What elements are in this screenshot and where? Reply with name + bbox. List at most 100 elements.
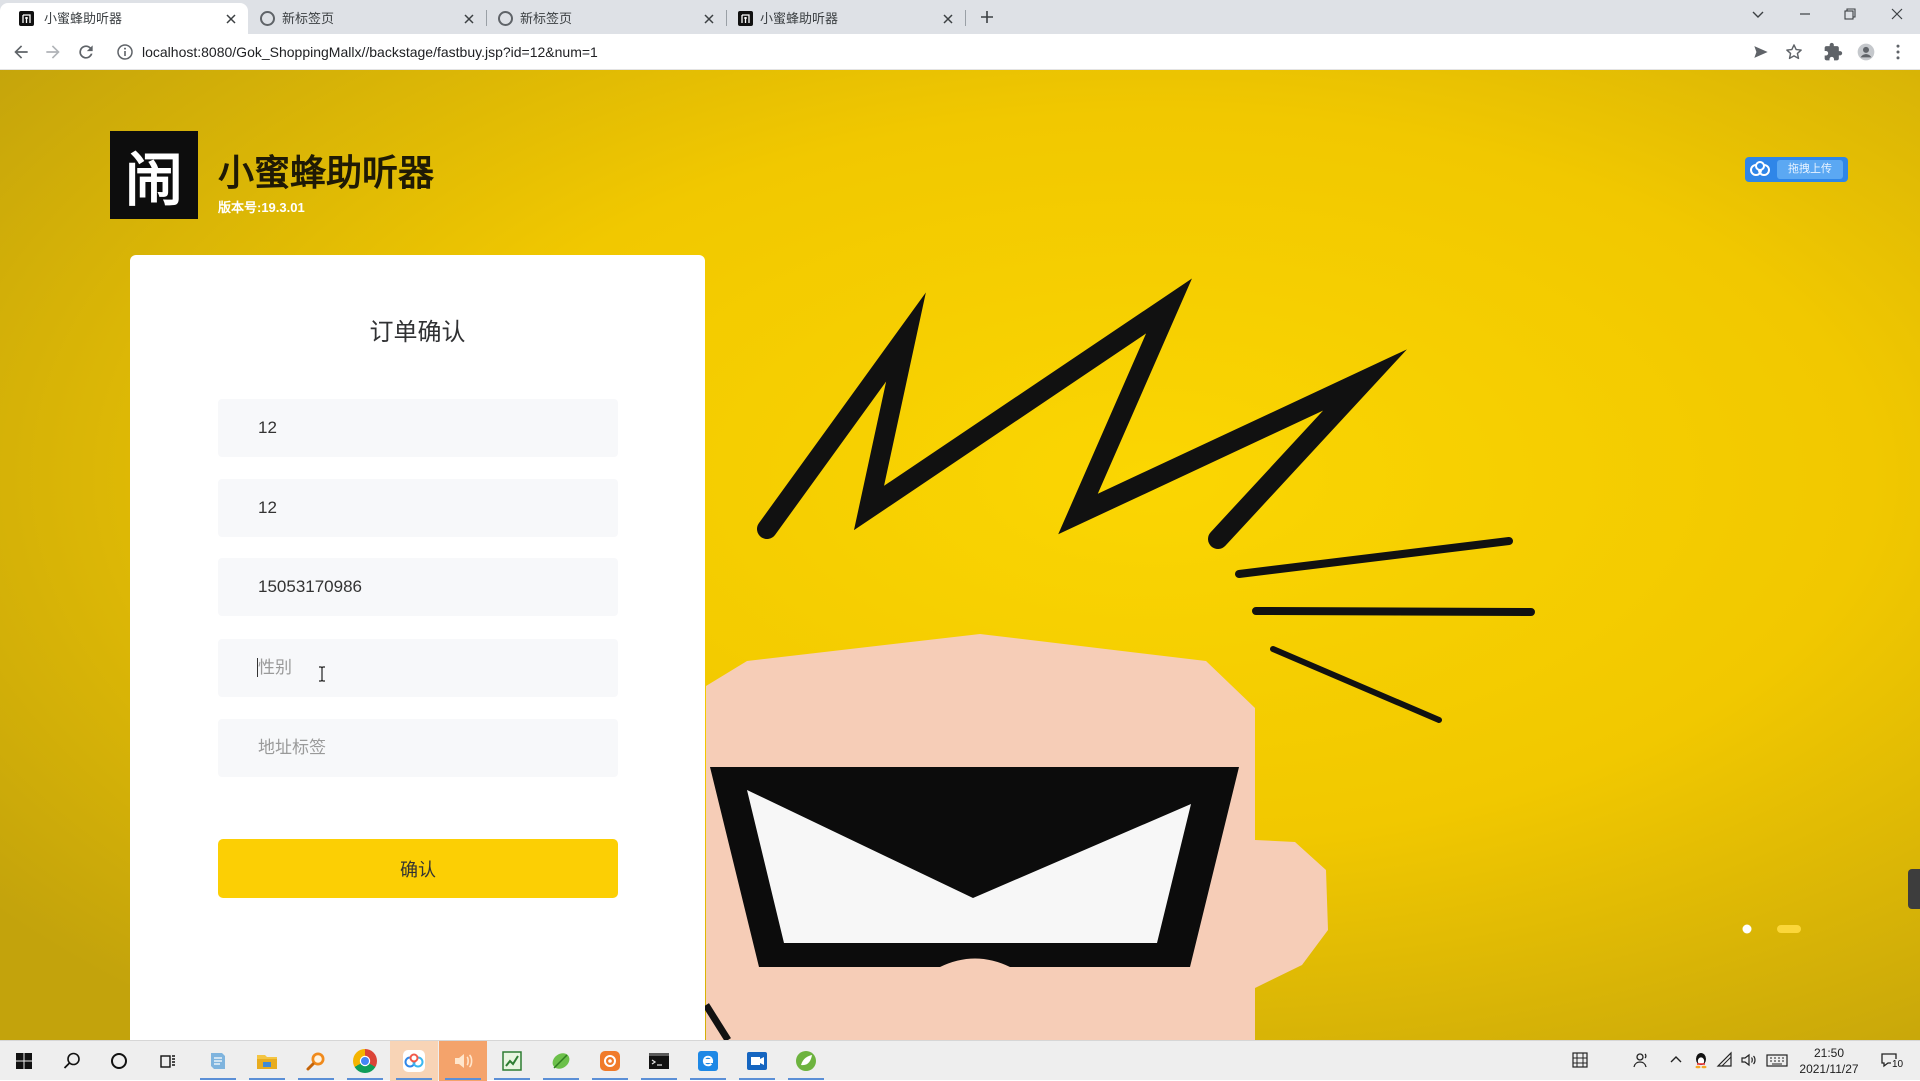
site-logo-icon	[19, 11, 34, 26]
site-info-icon[interactable]	[116, 43, 134, 61]
file-explorer-icon	[255, 1049, 279, 1073]
carousel-dot	[1742, 924, 1752, 934]
tab-close-icon[interactable]	[462, 12, 476, 26]
browser-toolbar: localhost:8080/Gok_ShoppingMallx//backst…	[0, 34, 1920, 70]
product-id-field[interactable]	[218, 399, 618, 457]
new-tab-plus-icon[interactable]	[978, 8, 996, 26]
extensions-icon[interactable]	[1823, 42, 1843, 62]
profile-icon[interactable]	[1856, 42, 1876, 62]
text-caret	[257, 658, 258, 677]
taskbar-app-terminal[interactable]	[635, 1041, 683, 1081]
site-title: 小蜜蜂助听器	[218, 152, 435, 193]
taskbar-app-baidu-netdisk[interactable]	[390, 1041, 438, 1081]
taskbar-app-meeting[interactable]	[733, 1041, 781, 1081]
keyboard-icon[interactable]	[1766, 1051, 1788, 1069]
internet-explorer-icon	[696, 1049, 720, 1073]
ime-icon[interactable]	[1571, 1051, 1589, 1069]
confirm-button[interactable]: 确认	[218, 839, 618, 898]
tab-new-tab-2[interactable]: 新标签页	[486, 3, 726, 34]
order-confirm-title: 订单确认	[369, 319, 466, 346]
search-icon	[60, 1049, 84, 1073]
address-label-field[interactable]	[218, 719, 618, 777]
windows-taskbar: 21:50 2021/11/27 10	[0, 1040, 1920, 1081]
notepad-icon	[206, 1049, 230, 1073]
network-icon[interactable]	[1716, 1051, 1734, 1069]
forward-arrow-icon[interactable]	[43, 42, 63, 62]
tab-close-icon[interactable]	[941, 12, 955, 26]
windows-start-icon	[12, 1049, 36, 1073]
taskbar-app-spring[interactable]	[782, 1041, 830, 1081]
tab-close-icon[interactable]	[224, 12, 238, 26]
bookmark-star-icon[interactable]	[1784, 42, 1804, 62]
quantity-field[interactable]	[218, 479, 618, 537]
chevron-up-icon[interactable]	[1667, 1051, 1685, 1069]
task-view-button[interactable]	[144, 1041, 192, 1081]
tab-close-icon[interactable]	[702, 12, 716, 26]
close-icon[interactable]	[1889, 6, 1905, 22]
clock-time: 21:50	[1813, 1046, 1845, 1060]
minimize-icon[interactable]	[1797, 6, 1813, 22]
address-bar-url[interactable]: localhost:8080/Gok_ShoppingMallx//backst…	[142, 44, 598, 60]
cortana-button[interactable]	[95, 1041, 143, 1081]
side-drawer-handle[interactable]	[1908, 869, 1920, 909]
tab-separator	[965, 10, 966, 26]
site-logo: 闹	[110, 131, 198, 219]
taskbar-app-notepad[interactable]	[194, 1041, 242, 1081]
drag-upload-widget[interactable]: 拖拽上传	[1745, 157, 1848, 182]
restore-icon[interactable]	[1842, 6, 1858, 22]
cortana-icon	[107, 1049, 131, 1073]
volume-icon[interactable]	[1740, 1051, 1758, 1069]
phone-field[interactable]	[218, 558, 618, 616]
tab-title: 新标签页	[282, 11, 335, 26]
voice-input-icon[interactable]	[1632, 1051, 1650, 1069]
start-button[interactable]	[0, 1041, 48, 1081]
notification-count-badge: 10	[1891, 1059, 1905, 1071]
send-icon[interactable]	[1751, 42, 1771, 62]
menu-icon[interactable]	[1888, 42, 1908, 62]
taskbar-app-internet-explorer[interactable]	[684, 1041, 732, 1081]
drag-upload-label: 拖拽上传	[1777, 160, 1843, 179]
tab-search-icon[interactable]	[1750, 6, 1766, 22]
task-view-icon	[156, 1049, 180, 1073]
globe-icon	[260, 11, 275, 26]
terminal-icon	[647, 1049, 671, 1073]
everything-search-icon	[304, 1049, 328, 1073]
taskbar-clock[interactable]: 21:50 2021/11/27	[1789, 1045, 1869, 1077]
audio-app-icon	[451, 1049, 475, 1073]
baidu-netdisk-icon	[1749, 160, 1771, 178]
taskbar-search-button[interactable]	[48, 1041, 96, 1081]
spring-icon	[794, 1049, 818, 1073]
taskbar-app-audio[interactable]	[439, 1041, 487, 1081]
tab-title: 新标签页	[520, 11, 573, 26]
tab-xiaomifeng-1[interactable]: 小蜜蜂助听器	[0, 3, 248, 34]
qq-icon[interactable]	[1692, 1051, 1710, 1069]
taskbar-app-everything[interactable]	[292, 1041, 340, 1081]
taskbar-app-file-explorer[interactable]	[243, 1041, 291, 1081]
globe-icon	[498, 11, 513, 26]
meeting-app-icon	[745, 1049, 769, 1073]
carousel-dot-active	[1777, 925, 1801, 933]
page-viewport: 闹 小蜜蜂助听器 版本号:19.3.01 拖拽上传 订单确认 确认	[0, 70, 1920, 1040]
taskbar-app-green-leaf[interactable]	[537, 1041, 585, 1081]
clock-date: 2021/11/27	[1799, 1062, 1859, 1076]
taskbar-app-chart[interactable]	[488, 1041, 536, 1081]
chart-app-icon	[500, 1049, 524, 1073]
browser-tab-strip: 小蜜蜂助听器 新标签页 新标签页 小蜜蜂助听器	[0, 0, 1920, 34]
site-version: 版本号:19.3.01	[218, 200, 305, 215]
reload-icon[interactable]	[76, 42, 96, 62]
site-logo-icon	[738, 11, 753, 26]
orange-app-icon	[598, 1049, 622, 1073]
order-confirm-card: 订单确认 确认	[130, 255, 705, 1040]
tab-title: 小蜜蜂助听器	[44, 11, 123, 26]
tab-xiaomifeng-2[interactable]: 小蜜蜂助听器	[726, 3, 965, 34]
green-leaf-app-icon	[549, 1049, 573, 1073]
speed-line	[1252, 607, 1535, 616]
taskbar-app-orange[interactable]	[586, 1041, 634, 1081]
gender-field[interactable]	[218, 639, 618, 697]
tab-title: 小蜜蜂助听器	[760, 11, 839, 26]
baidu-netdisk-icon	[402, 1049, 426, 1073]
text-cursor-icon	[316, 666, 328, 682]
back-arrow-icon[interactable]	[11, 42, 31, 62]
taskbar-app-chrome[interactable]	[341, 1041, 389, 1081]
tab-new-tab-1[interactable]: 新标签页	[248, 3, 486, 34]
